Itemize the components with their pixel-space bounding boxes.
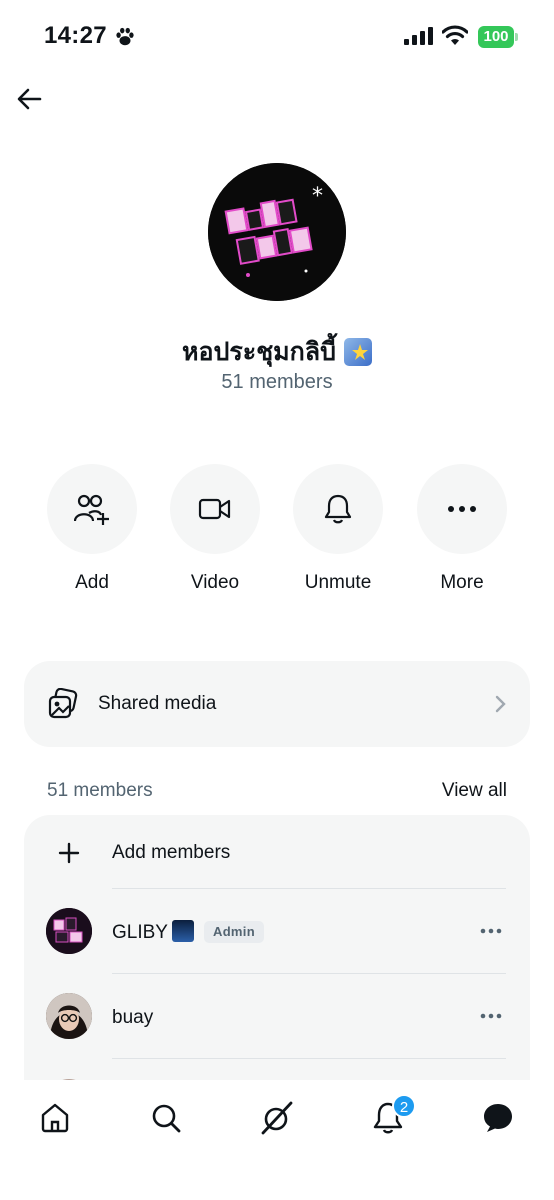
chevron-right-icon	[495, 695, 506, 713]
battery-nub	[515, 33, 518, 41]
gliby-avatar-image	[46, 908, 92, 954]
avatar[interactable]	[46, 993, 92, 1039]
group-avatar-image: *	[208, 163, 346, 301]
nav-messages[interactable]	[478, 1098, 518, 1138]
video-camera-icon	[198, 498, 231, 520]
battery-indicator: 100	[478, 26, 518, 48]
bell-icon	[324, 494, 352, 524]
add-people-icon	[74, 494, 109, 525]
group-name: หอประชุมกลิบี้	[182, 338, 336, 366]
shared-media-label: Shared media	[98, 693, 217, 714]
notification-count-badge: 2	[392, 1094, 416, 1118]
svg-text:*: *	[312, 184, 323, 209]
unmute-action-button[interactable]: Unmute	[293, 464, 383, 594]
add-action-label: Add	[75, 572, 109, 593]
status-bar: 14:27 100	[0, 0, 554, 70]
add-action-button[interactable]: Add	[47, 464, 137, 594]
back-button[interactable]	[12, 82, 46, 116]
unmute-action-label: Unmute	[304, 572, 372, 593]
cellular-signal-icon	[404, 27, 433, 45]
video-action-label: Video	[190, 572, 240, 593]
member-name: buay	[112, 1007, 154, 1028]
more-action-button[interactable]: More	[417, 464, 507, 594]
paw-icon	[116, 27, 134, 46]
bottom-navigation: 2	[0, 1080, 554, 1200]
messages-icon	[484, 1104, 512, 1132]
shared-media-row[interactable]: Shared media	[24, 661, 530, 747]
nav-grok[interactable]	[257, 1098, 297, 1138]
member-row-buay[interactable]: buay	[24, 815, 530, 1039]
group-member-count: 51 members	[221, 371, 333, 393]
more-dots-icon	[448, 506, 476, 512]
shooting-star-emoji-icon	[344, 338, 372, 366]
add-action-circle[interactable]	[47, 464, 137, 554]
wifi-icon	[442, 25, 468, 45]
members-card: Add members GLIBY Admin buay	[24, 815, 530, 1115]
status-time: 14:27	[44, 22, 107, 49]
more-action-label: More	[440, 572, 484, 593]
divider	[112, 1058, 506, 1059]
unmute-action-circle[interactable]	[293, 464, 383, 554]
cityscape-emoji-icon	[172, 920, 194, 942]
gallery-icon	[48, 688, 78, 719]
divider	[112, 973, 506, 974]
video-action-circle[interactable]	[170, 464, 260, 554]
back-arrow-icon	[17, 88, 42, 110]
search-icon	[152, 1104, 181, 1133]
video-action-button[interactable]: Video	[170, 464, 260, 594]
battery-level: 100	[478, 26, 514, 48]
grok-icon	[261, 1101, 293, 1135]
home-icon	[41, 1103, 69, 1133]
admin-badge: Admin	[204, 921, 264, 943]
members-section-header: 51 members	[47, 780, 153, 801]
avatar[interactable]	[46, 908, 92, 954]
nav-home[interactable]	[35, 1098, 75, 1138]
member-more-icon[interactable]	[480, 1013, 502, 1019]
group-avatar[interactable]: *	[208, 163, 346, 301]
view-all-link[interactable]: View all	[442, 780, 507, 802]
member-name: GLIBY	[112, 922, 168, 943]
group-name-row: หอประชุมกลิบี้	[0, 332, 554, 372]
buay-avatar-image	[46, 993, 92, 1039]
more-action-circle[interactable]	[417, 464, 507, 554]
nav-search[interactable]	[146, 1098, 186, 1138]
member-more-icon[interactable]	[480, 928, 502, 934]
